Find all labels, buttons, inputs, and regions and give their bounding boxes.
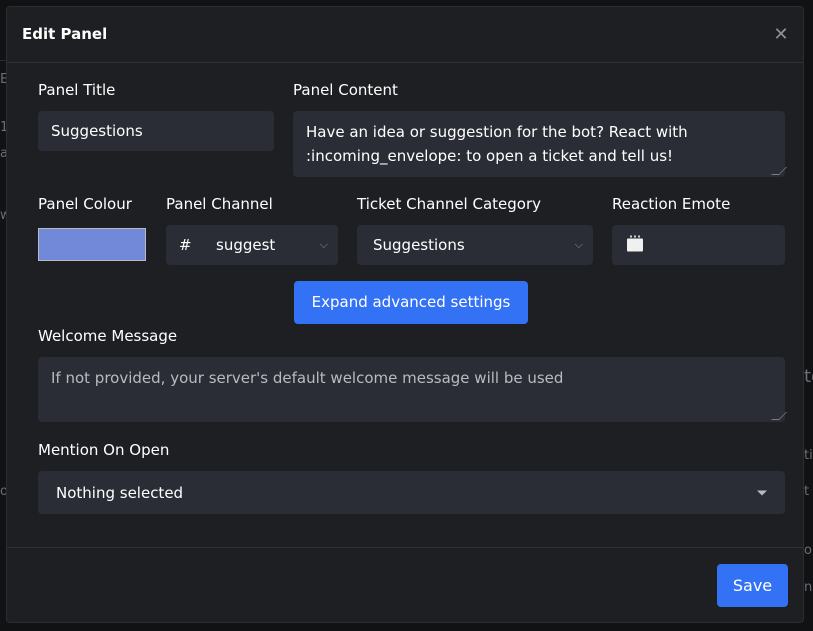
welcome-message-textarea[interactable]: If not provided, your server's default w… bbox=[38, 357, 787, 422]
panel-channel-label: Panel Channel bbox=[166, 195, 273, 213]
bg-text: ti bbox=[804, 448, 813, 463]
save-button[interactable]: Save bbox=[717, 564, 788, 607]
ticket-category-value: Suggestions bbox=[373, 236, 465, 254]
resize-grip-icon[interactable] bbox=[771, 412, 787, 420]
panel-title-input[interactable]: Suggestions bbox=[38, 111, 274, 151]
reaction-emote-label: Reaction Emote bbox=[612, 195, 731, 213]
ticket-category-label: Ticket Channel Category bbox=[357, 195, 542, 213]
welcome-message-placeholder: If not provided, your server's default w… bbox=[51, 369, 564, 387]
panel-title-label: Panel Title bbox=[38, 81, 116, 99]
close-icon[interactable]: ✕ bbox=[773, 26, 789, 44]
reaction-emote-input[interactable] bbox=[612, 225, 785, 265]
bg-text: o bbox=[804, 543, 812, 558]
expand-advanced-settings-button[interactable]: Expand advanced settings bbox=[294, 281, 528, 324]
mention-on-open-value: Nothing selected bbox=[56, 483, 184, 502]
footer-divider bbox=[7, 547, 803, 548]
caret-down-icon bbox=[757, 490, 767, 495]
ticket-category-select[interactable]: Suggestions ⌵ bbox=[357, 225, 593, 265]
resize-grip-icon[interactable] bbox=[771, 167, 787, 175]
panel-title-value: Suggestions bbox=[51, 122, 143, 140]
bg-text: ns bbox=[804, 580, 813, 595]
panel-colour-label: Panel Colour bbox=[38, 195, 132, 213]
mention-on-open-label: Mention On Open bbox=[38, 441, 170, 459]
chevron-down-icon: ⌵ bbox=[319, 238, 328, 251]
hash-icon: # bbox=[179, 236, 192, 254]
chevron-down-icon: ⌵ bbox=[574, 238, 583, 251]
bg-text: t bbox=[804, 484, 810, 499]
panel-colour-picker[interactable] bbox=[38, 228, 146, 261]
welcome-message-label: Welcome Message bbox=[38, 327, 178, 345]
modal-title: Edit Panel bbox=[22, 25, 108, 43]
panel-channel-select[interactable]: # suggest ⌵ bbox=[166, 225, 338, 265]
panel-content-textarea[interactable]: Have an idea or suggestion for the bot? … bbox=[293, 111, 787, 177]
modal-header: Edit Panel ✕ bbox=[7, 7, 803, 63]
mention-on-open-select[interactable]: Nothing selected bbox=[38, 471, 785, 514]
panel-channel-value: suggest bbox=[216, 236, 276, 254]
edit-panel-modal: Edit Panel ✕ Panel Title Suggestions Pan… bbox=[6, 6, 804, 623]
bg-text: te bbox=[804, 366, 813, 387]
panel-content-label: Panel Content bbox=[293, 81, 398, 99]
panel-content-value: Have an idea or suggestion for the bot? … bbox=[306, 123, 688, 165]
envelope-icon bbox=[627, 235, 643, 252]
